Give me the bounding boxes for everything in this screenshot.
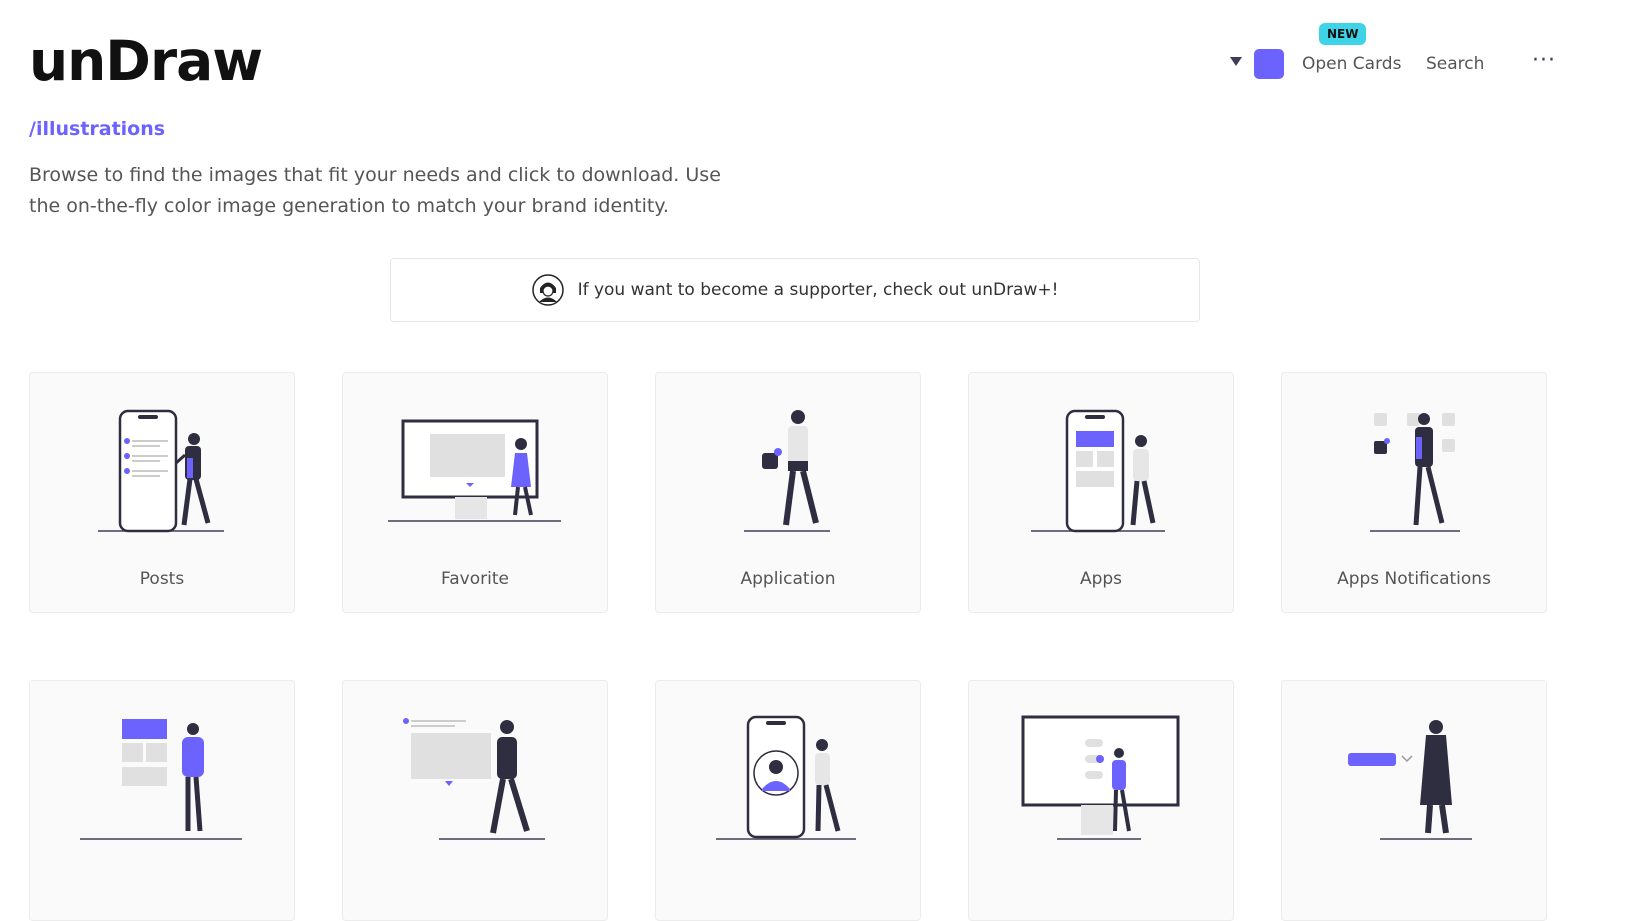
apps-notifications-illustration bbox=[1370, 413, 1460, 532]
card-apps[interactable]: Apps bbox=[968, 372, 1234, 613]
supporter-banner[interactable]: If you want to become a supporter, check… bbox=[390, 258, 1200, 322]
card-layout[interactable] bbox=[29, 680, 295, 921]
card-label: Posts bbox=[139, 569, 185, 589]
open-cards-link[interactable]: Open Cards bbox=[1302, 54, 1401, 74]
card-posts[interactable]: Posts bbox=[29, 372, 295, 613]
card-comment[interactable] bbox=[342, 680, 608, 921]
more-options-icon[interactable]: ··· bbox=[1532, 48, 1556, 73]
color-picker-button[interactable] bbox=[1254, 49, 1284, 79]
dropdown-person-illustration bbox=[1348, 720, 1472, 840]
monitor-toggles-illustration bbox=[1021, 715, 1180, 840]
card-apps-notifications[interactable]: Apps Notifications bbox=[1281, 372, 1547, 613]
monitor-favorite-illustration bbox=[388, 419, 561, 522]
application-illustration bbox=[744, 410, 830, 532]
search-link[interactable]: Search bbox=[1426, 54, 1484, 74]
card-dropdown[interactable] bbox=[1281, 680, 1547, 921]
phone-posts-illustration bbox=[98, 409, 224, 533]
supporter-avatar-icon bbox=[531, 274, 564, 306]
card-label: Favorite bbox=[441, 569, 509, 589]
card-label: Apps bbox=[1079, 569, 1123, 589]
page-description: Browse to find the images that fit your … bbox=[29, 164, 721, 217]
card-label: Apps Notifications bbox=[1337, 569, 1491, 589]
top-navigation: NEW Open Cards Search ··· bbox=[1230, 23, 1570, 82]
comment-card-illustration bbox=[403, 718, 545, 840]
logo[interactable]: unDraw bbox=[29, 28, 263, 94]
layout-person-illustration bbox=[80, 719, 242, 840]
card-profile[interactable] bbox=[655, 680, 921, 921]
caret-down-icon[interactable] bbox=[1230, 57, 1242, 66]
card-application[interactable]: Application bbox=[655, 372, 921, 613]
card-toggles[interactable] bbox=[968, 680, 1234, 921]
new-badge: NEW bbox=[1319, 23, 1367, 45]
banner-text: If you want to become a supporter, check… bbox=[577, 280, 1059, 300]
card-favorite[interactable]: Favorite bbox=[342, 372, 608, 613]
card-label: Application bbox=[740, 569, 836, 589]
illustrations-link[interactable]: /illustrations bbox=[29, 118, 165, 140]
phone-profile-illustration bbox=[716, 715, 856, 840]
phone-apps-illustration bbox=[1031, 409, 1165, 533]
